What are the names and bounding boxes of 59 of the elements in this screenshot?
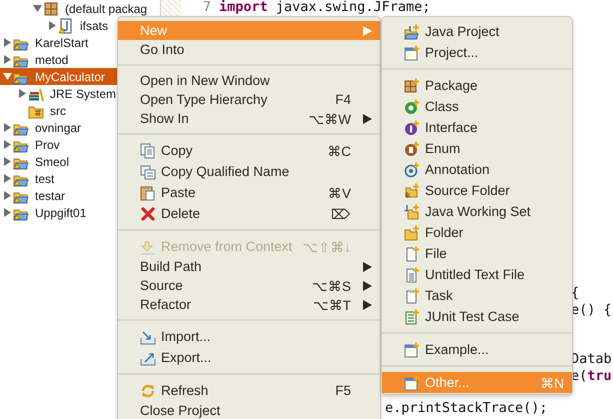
java-file-icon [58, 18, 74, 34]
menu-item[interactable]: File [382, 243, 572, 264]
package-icon [43, 0, 59, 16]
disclosure-triangle-icon[interactable] [18, 89, 27, 98]
disclosure-triangle-icon[interactable] [3, 191, 12, 200]
task-icon [404, 288, 420, 304]
code-line: { [571, 285, 580, 302]
import-icon [140, 328, 156, 344]
menu-item[interactable]: Annotation [382, 159, 572, 180]
menu-item[interactable]: Untitled Text File [382, 264, 572, 285]
menu-item[interactable]: Show In ⌥⌘W [118, 109, 380, 128]
window-icon [404, 342, 420, 358]
tree-item[interactable]: (default packag [0, 0, 160, 17]
code-line: 7 import javax.swing.JFrame; [202, 0, 432, 15]
menu-item[interactable]: Folder [382, 222, 572, 243]
menu-item[interactable]: Import... [118, 326, 380, 347]
menu-item[interactable]: Class [382, 96, 572, 117]
disclosure-triangle-icon[interactable] [3, 123, 12, 132]
menu-item[interactable]: Export... [118, 347, 380, 368]
disclosure-triangle-icon[interactable] [3, 55, 12, 64]
disclosure-triangle-icon[interactable] [3, 157, 12, 166]
paste-icon [140, 184, 156, 200]
disclosure-triangle-icon[interactable] [3, 174, 12, 183]
annotation-icon [404, 162, 420, 178]
menu-item[interactable]: Task [382, 285, 572, 306]
textfile-icon [404, 266, 420, 282]
enum-icon [404, 140, 420, 156]
disclosure-triangle-icon[interactable] [33, 4, 42, 13]
interface-icon [404, 120, 420, 136]
menu-item[interactable]: Refresh F5 [118, 380, 380, 401]
menu-item[interactable]: Refactor ⌥⌘T [118, 295, 380, 314]
menu-item[interactable]: JUnit Test Case [382, 306, 572, 327]
disclosure-triangle-icon[interactable] [48, 21, 57, 30]
menu-item[interactable]: Open Type Hierarchy F4 [118, 90, 380, 109]
menu-item[interactable]: Source Folder [382, 180, 572, 201]
folder-icon [404, 224, 420, 240]
disclosure-triangle-icon[interactable] [3, 72, 12, 81]
menu-item[interactable]: Close Project [118, 401, 380, 419]
menu-item[interactable]: Package [382, 75, 572, 96]
code-line: e.printStackTrace(); [385, 400, 548, 417]
class-icon [404, 98, 420, 114]
disclosure-triangle-icon[interactable] [3, 208, 12, 217]
file-icon [404, 246, 420, 262]
menu-item[interactable]: Build Path [118, 257, 380, 276]
menu-item[interactable]: Go Into [118, 40, 380, 59]
window-icon [404, 44, 420, 60]
menu-item[interactable]: Project... [382, 42, 572, 63]
menu-item[interactable]: Java Working Set [382, 201, 572, 222]
menu-item[interactable]: Interface [382, 117, 572, 138]
disclosure-triangle-icon[interactable] [3, 140, 12, 149]
menu-item[interactable]: Enum [382, 138, 572, 159]
menu-item[interactable]: Source ⌥⌘S [118, 276, 380, 295]
menu-item[interactable]: Example... [382, 339, 572, 360]
delete-icon [140, 206, 156, 222]
disclosure-triangle-icon[interactable] [3, 38, 12, 47]
window-icon [404, 374, 420, 390]
refresh-icon [140, 382, 156, 398]
copy-icon [140, 142, 156, 158]
menu-item[interactable]: Java Project [382, 21, 572, 42]
